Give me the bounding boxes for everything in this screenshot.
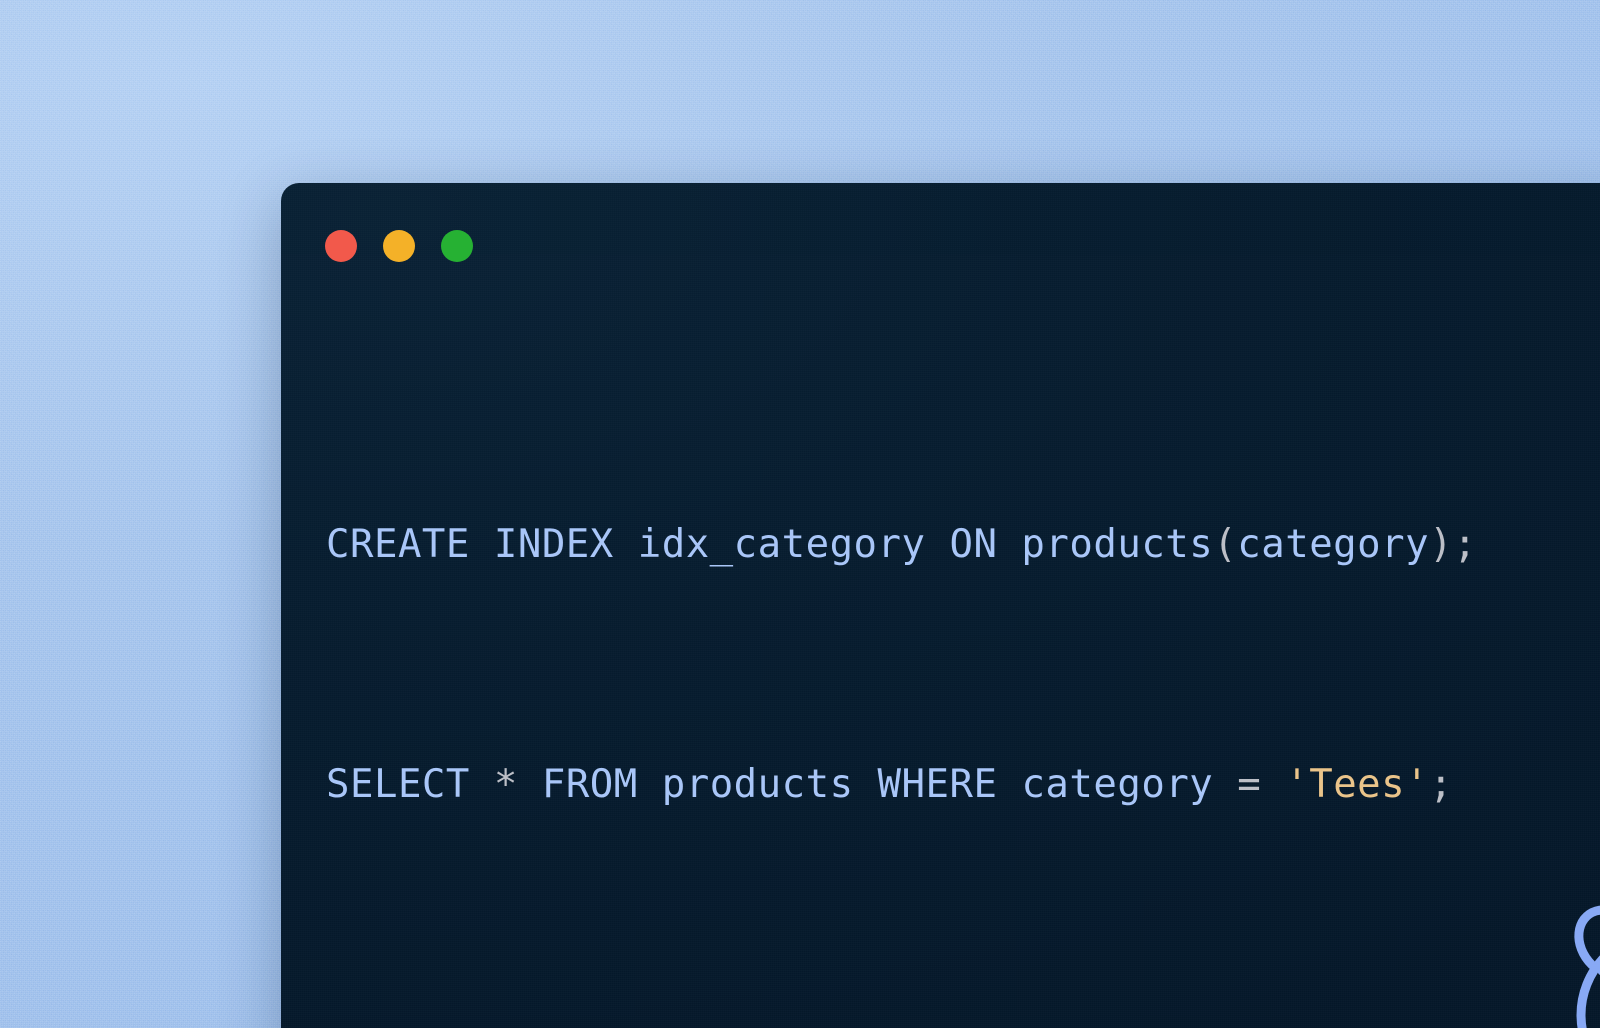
bell-left-icon <box>1574 905 1600 970</box>
code-token: ; <box>1429 762 1454 807</box>
alarm-clock-icon: 3 min <box>1544 883 1600 1028</box>
code-token: = <box>1237 762 1262 807</box>
maximize-button[interactable] <box>441 230 473 262</box>
window-controls <box>325 230 473 262</box>
code-token: CREATE INDEX idx_category ON products <box>326 522 1214 567</box>
code-token: SELECT <box>326 762 494 807</box>
code-token: category <box>1237 522 1430 567</box>
code-block[interactable]: CREATE INDEX idx_category ON products(ca… <box>326 335 1600 995</box>
code-line-2: SELECT * FROM products WHERE category = … <box>326 755 1600 815</box>
code-editor-window: CREATE INDEX idx_category ON products(ca… <box>281 183 1600 1028</box>
close-button[interactable] <box>325 230 357 262</box>
code-token: ); <box>1429 522 1478 567</box>
minimize-button[interactable] <box>383 230 415 262</box>
code-token: FROM products WHERE category <box>517 762 1238 807</box>
code-token: * <box>493 762 518 807</box>
code-token: ( <box>1213 522 1238 567</box>
code-token-string: 'Tees' <box>1285 762 1430 807</box>
code-line-1: CREATE INDEX idx_category ON products(ca… <box>326 515 1600 575</box>
